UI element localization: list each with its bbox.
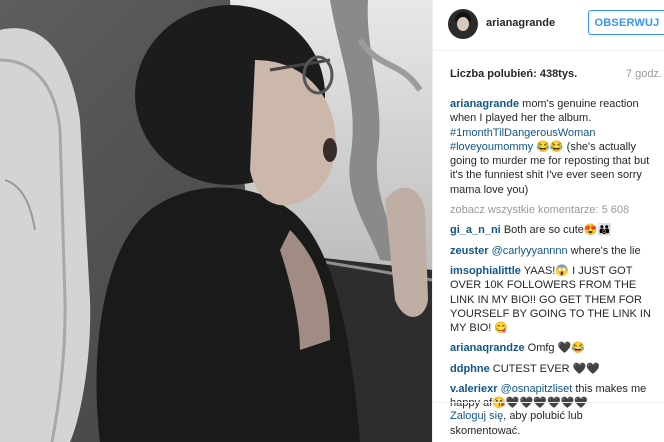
comment-username[interactable]: ddphne bbox=[450, 363, 490, 375]
comments-list: arianagrande mom's genuine reaction when… bbox=[450, 97, 662, 417]
caption-username[interactable]: arianagrande bbox=[450, 98, 519, 110]
instagram-post: arianagrande OBSERWUJ Liczba polubień: 4… bbox=[0, 0, 664, 442]
caption: arianagrande mom's genuine reaction when… bbox=[450, 97, 662, 197]
hashtag-link[interactable]: #1monthTilDangerousWoman bbox=[450, 127, 596, 139]
video-frame-illustration bbox=[0, 0, 432, 442]
view-all-comments-link[interactable]: zobacz wszystkie komentarze: 5 608 bbox=[450, 203, 662, 217]
comment-username[interactable]: v.alerieхr bbox=[450, 383, 498, 395]
comment: imsophialittle YAAS!😱 I JUST GOT OVER 10… bbox=[450, 264, 662, 335]
mention-link[interactable]: @carlyyyannnn bbox=[492, 245, 568, 257]
post-sidebar: arianagrande OBSERWUJ Liczba polubień: 4… bbox=[432, 0, 664, 442]
comment: gi_a_n_ni Both are so cute😍👪 bbox=[450, 223, 662, 237]
comment-text: where's the lie bbox=[570, 244, 641, 257]
comment-username[interactable]: imsophialittle bbox=[450, 265, 521, 277]
comment-text: Both are so cute😍👪 bbox=[503, 224, 612, 237]
comment-username[interactable]: gi_a_n_ni bbox=[450, 224, 501, 236]
post-time[interactable]: 7 godz. bbox=[626, 68, 662, 80]
author-username[interactable]: arianagrande bbox=[486, 17, 555, 29]
comment: arianaqrandze Omfg 🖤😂 bbox=[450, 341, 662, 355]
comment-text: CUTEST EVER 🖤🖤 bbox=[492, 362, 601, 375]
post-header: arianagrande OBSERWUJ bbox=[433, 0, 664, 51]
mention-link[interactable]: @osnapitzliset bbox=[501, 383, 573, 395]
login-link[interactable]: Zaloguj się bbox=[450, 410, 503, 422]
follow-button[interactable]: OBSERWUJ bbox=[588, 10, 664, 35]
likes-count[interactable]: Liczba polubień: 438tys. bbox=[450, 68, 577, 80]
comment: ddphne CUTEST EVER 🖤🖤 bbox=[450, 362, 662, 376]
comment-username[interactable]: arianaqrandze bbox=[450, 342, 525, 354]
hashtag-link[interactable]: #loveyoumommy bbox=[450, 141, 533, 153]
post-stats: Liczba polubień: 438tys. 7 godz. bbox=[450, 68, 664, 80]
avatar[interactable] bbox=[448, 9, 478, 39]
comment: zeuster @carlyyyannnn where's the lie bbox=[450, 244, 662, 258]
login-prompt: Zaloguj się, aby polubić lub skomentować… bbox=[433, 402, 664, 442]
comment-text: Omfg 🖤😂 bbox=[527, 342, 585, 355]
comment-username[interactable]: zeuster bbox=[450, 245, 489, 257]
post-media[interactable] bbox=[0, 0, 432, 442]
